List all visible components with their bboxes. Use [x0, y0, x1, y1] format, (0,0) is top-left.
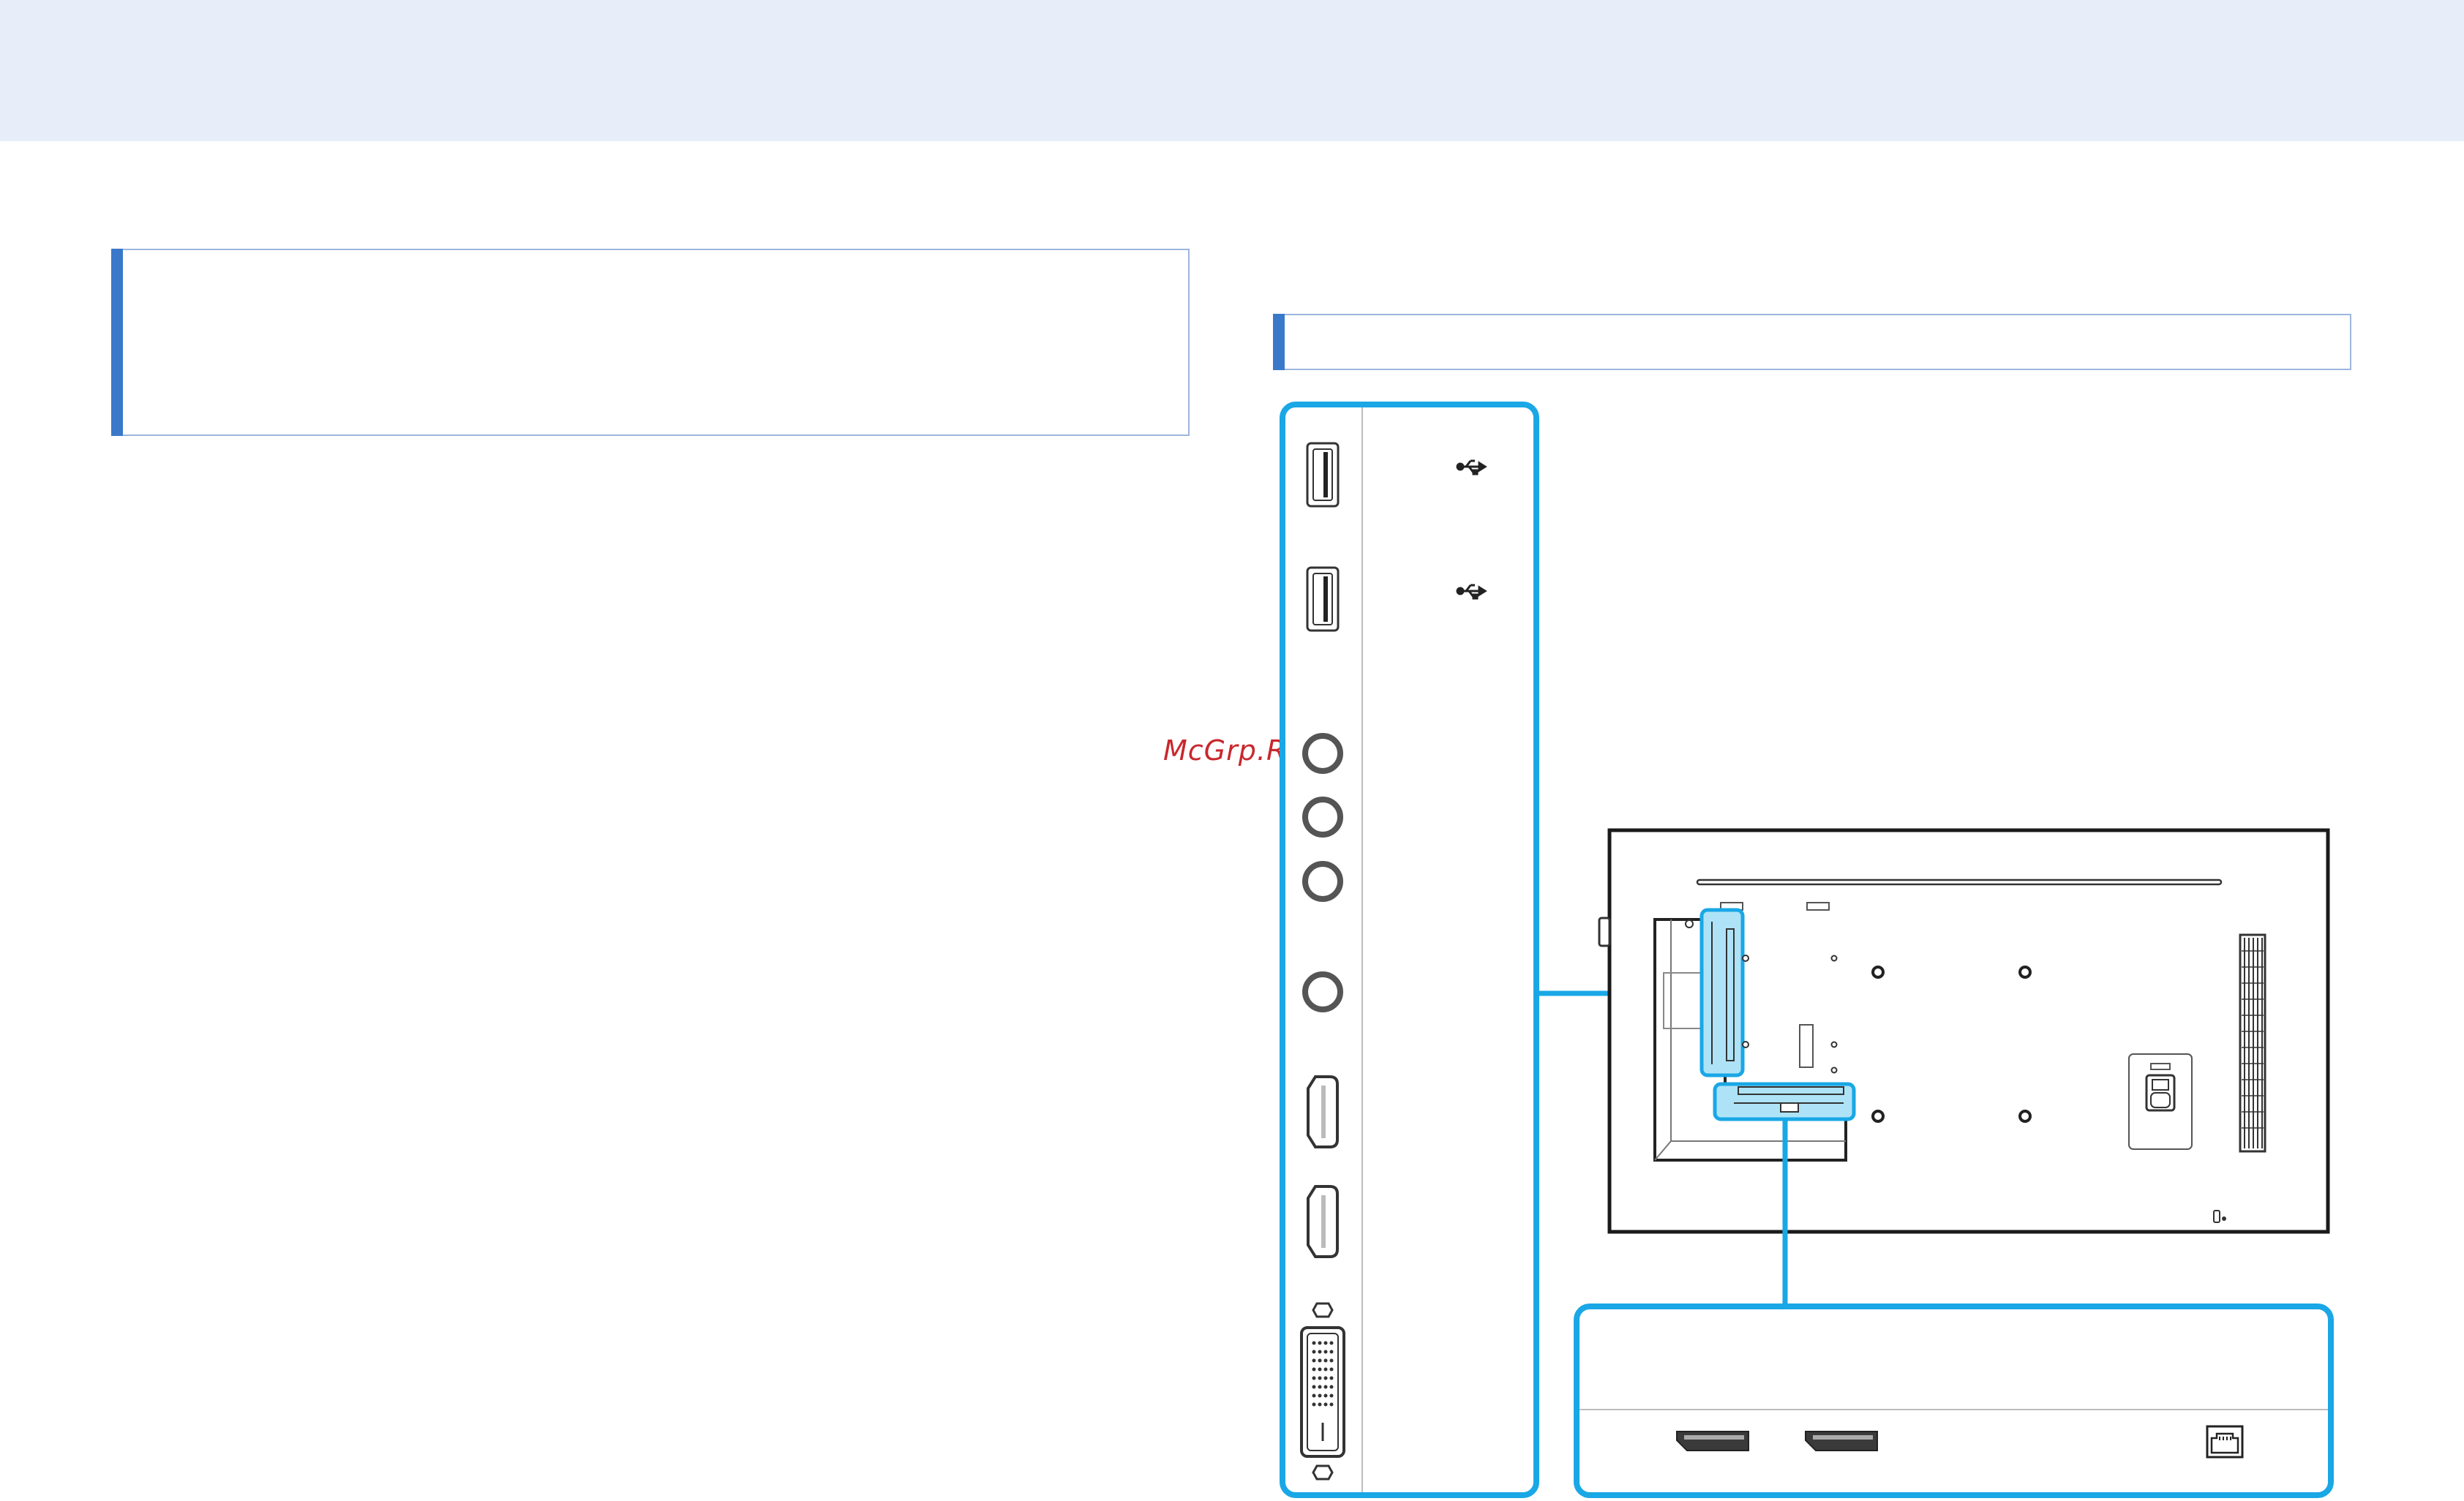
audio-jack-icon: [1302, 797, 1343, 838]
usb-port-icon: [1306, 442, 1340, 508]
side-connector-panel: [1280, 402, 1539, 1498]
hdmi-port-icon: [1307, 1185, 1339, 1258]
dvi-port-icon: [1300, 1302, 1345, 1481]
usb-port-icon: [1306, 566, 1340, 632]
displayport-icon: [1676, 1431, 1749, 1451]
connector-diagram: [1280, 402, 2334, 1498]
hdmi-port-icon: [1307, 1075, 1339, 1148]
bottom-connector-panel: [1574, 1304, 2334, 1498]
audio-jack-icon: [1302, 971, 1343, 1012]
audio-jack-icon: [1302, 733, 1343, 774]
rj45-port-icon: [2206, 1425, 2244, 1459]
monitor-rear-view: [1598, 828, 2330, 1234]
audio-jack-icon: [1302, 861, 1343, 902]
displayport-icon: [1805, 1431, 1878, 1451]
